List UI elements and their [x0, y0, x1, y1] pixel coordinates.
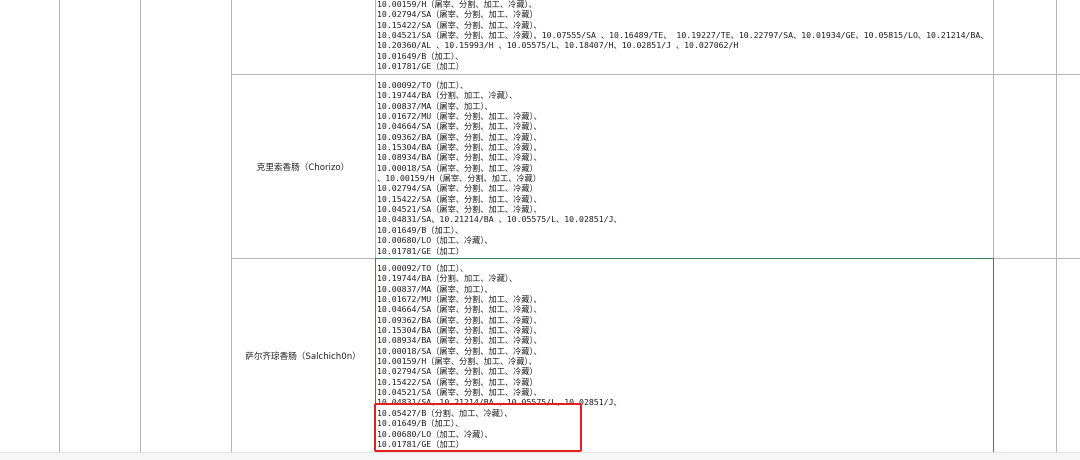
table-cell-certificates[interactable]: 10.00092/TO（加工）、 10.19744/BA（分割、加工、冷藏）、 … [377, 263, 622, 449]
column-divider [231, 0, 232, 452]
table-cell-certificates[interactable]: 10.00159/H（屠宰、分割、加工、冷藏）、 10.02794/SA（屠宰、… [377, 0, 988, 71]
horizontal-scrollbar[interactable] [0, 452, 1080, 460]
column-divider [375, 0, 376, 452]
column-divider [993, 0, 994, 452]
table-cell-product-name[interactable]: 萨尔齐琼香肠（Salchich0n） [231, 350, 375, 362]
column-divider [59, 0, 60, 452]
row-divider [231, 258, 1080, 259]
spreadsheet-view: 10.00159/H（屠宰、分割、加工、冷藏）、 10.02794/SA（屠宰、… [0, 0, 1080, 460]
column-divider [140, 0, 141, 452]
row-divider [231, 74, 1080, 75]
table-cell-product-name[interactable]: 克里索香肠（Chorizo） [231, 161, 375, 173]
table-cell-certificates[interactable]: 10.00092/TO（加工）、 10.19744/BA（分割、加工、冷藏）、 … [377, 80, 622, 256]
column-divider [1056, 0, 1057, 452]
